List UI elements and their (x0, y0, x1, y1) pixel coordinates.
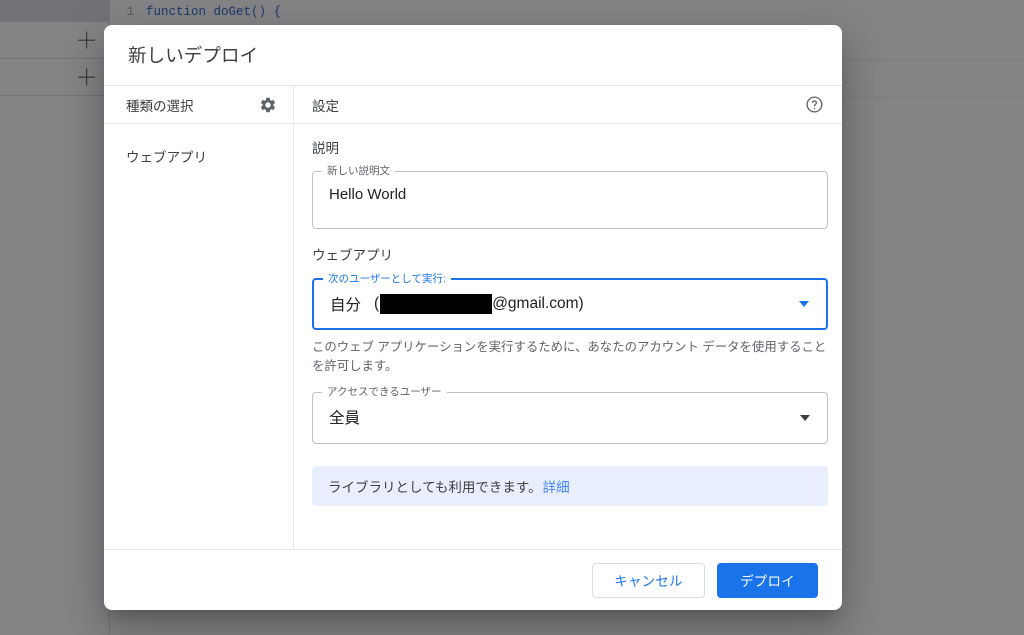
settings-pane: 設定 説明 新しい説明文 Hello World ウェブアプリ 次のユーザーとし… (294, 86, 842, 549)
help-circle-icon[interactable] (805, 95, 824, 114)
gear-icon[interactable] (259, 96, 277, 114)
execute-as-paren: ( (374, 295, 380, 312)
chevron-down-icon[interactable] (799, 301, 809, 307)
cancel-button[interactable]: キャンセル (592, 562, 705, 598)
access-legend: アクセスできるユーザー (322, 386, 447, 398)
description-field-value: Hello World (329, 186, 407, 203)
chevron-down-icon[interactable] (800, 415, 810, 421)
execute-as-owner-label: 自分 (330, 297, 362, 314)
dialog-title: 新しいデプロイ (128, 45, 259, 66)
execute-as-email-suffix: @gmail.com) (492, 295, 584, 312)
access-value: 全員 (329, 410, 361, 427)
settings-body: 説明 新しい説明文 Hello World ウェブアプリ 次のユーザーとして実行… (294, 124, 842, 549)
access-select[interactable]: アクセスできるユーザー 全員 (312, 386, 828, 444)
dialog-columns: 種類の選択 ウェブアプリ 設定 説明 新しい説明文 Hello World ウェ… (104, 85, 842, 549)
deploy-button[interactable]: デプロイ (717, 562, 818, 598)
dialog-footer: キャンセル デプロイ (104, 549, 842, 610)
deployment-type-list: ウェブアプリ (104, 124, 293, 168)
execute-as-select[interactable]: 次のユーザーとして実行: 自分 ( @gmail.com) (312, 273, 828, 330)
execute-as-legend: 次のユーザーとして実行: (323, 273, 451, 285)
description-field-legend: 新しい説明文 (322, 165, 395, 177)
screen: 1 function doGet() { 新しいデプロイ 種類の選択 (0, 0, 1024, 635)
execute-as-value: 自分 ( @gmail.com) (330, 293, 584, 315)
library-info-banner: ライブラリとしても利用できます。 詳細 (312, 466, 828, 506)
settings-header-label: 設定 (312, 98, 339, 114)
description-section-label: 説明 (312, 141, 339, 156)
library-info-link[interactable]: 詳細 (543, 476, 570, 496)
deployment-type-header: 種類の選択 (104, 86, 293, 124)
redacted-email-bar (380, 294, 493, 314)
execute-as-helper-text: このウェブ アプリケーションを実行するために、あなたのアカウント データを使用す… (312, 340, 827, 373)
deployment-type-pane: 種類の選択 ウェブアプリ (104, 86, 294, 549)
library-info-text: ライブラリとしても利用できます。 (328, 480, 542, 495)
new-deployment-dialog: 新しいデプロイ 種類の選択 ウェブアプリ 設定 説明 新しい説明文 Hello … (104, 25, 842, 610)
description-field[interactable]: 新しい説明文 Hello World (312, 165, 828, 229)
deployment-type-item-webapp[interactable]: ウェブアプリ (104, 148, 293, 168)
webapp-section-label: ウェブアプリ (312, 248, 393, 263)
settings-header: 設定 (294, 86, 842, 124)
deployment-type-header-label: 種類の選択 (126, 98, 194, 114)
